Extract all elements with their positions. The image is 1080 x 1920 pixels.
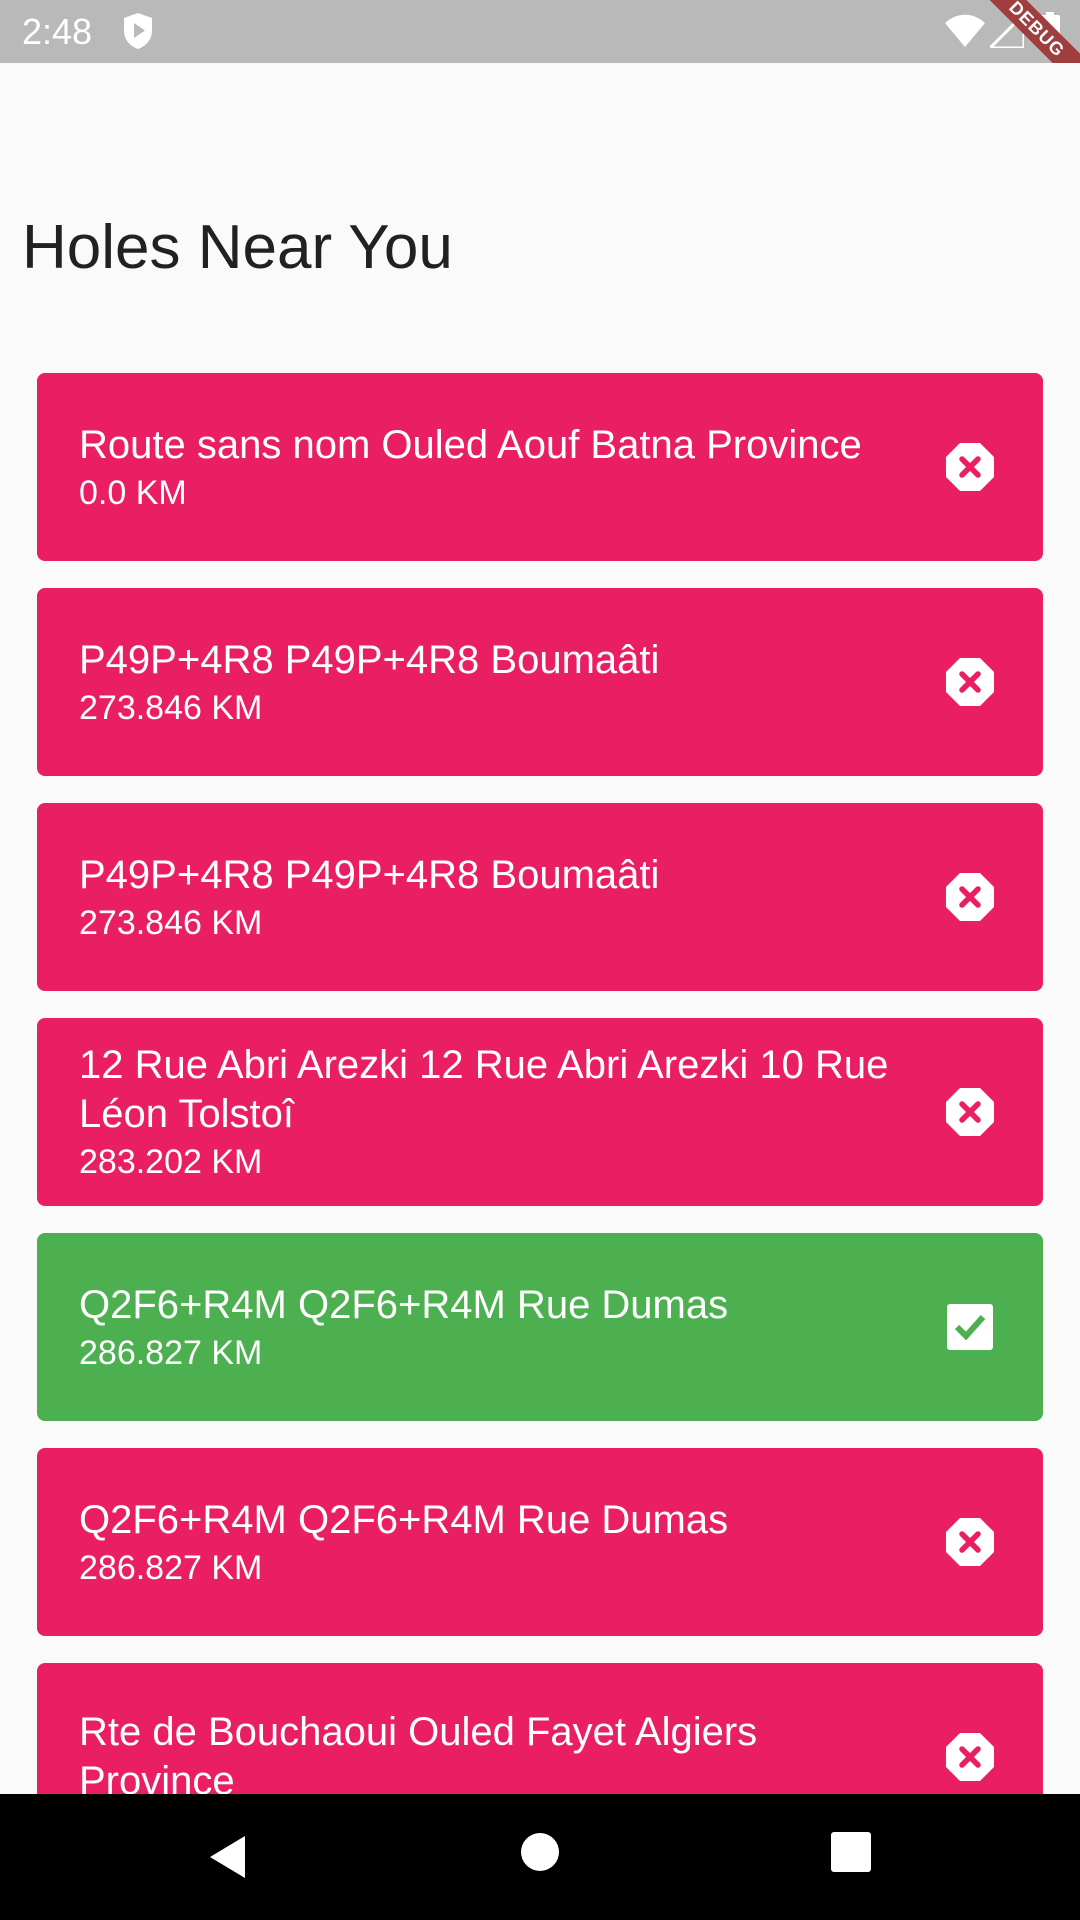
hole-name: 12 Rue Abri Arezki 12 Rue Abri Arezki 10…	[79, 1043, 889, 1136]
hole-card[interactable]: Q2F6+R4M Q2F6+R4M Rue Dumas 286.827 KM	[37, 1233, 1043, 1421]
back-icon[interactable]	[205, 1832, 255, 1882]
hole-card[interactable]: Q2F6+R4M Q2F6+R4M Rue Dumas 286.827 KM	[37, 1448, 1043, 1636]
close-octagon-icon[interactable]	[945, 1517, 995, 1567]
close-octagon-icon[interactable]	[945, 1087, 995, 1137]
page-title: Holes Near You	[22, 213, 453, 282]
hole-distance: 0.0 KM	[79, 473, 187, 512]
shield-icon	[124, 13, 152, 49]
hole-card[interactable]: P49P+4R8 P49P+4R8 Boumaâti 273.846 KM	[37, 803, 1043, 991]
hole-distance: 273.846 KM	[79, 903, 263, 942]
hole-distance: 286.827 KM	[79, 1333, 263, 1372]
close-octagon-icon[interactable]	[945, 442, 995, 492]
home-icon[interactable]	[520, 1832, 560, 1872]
close-octagon-icon[interactable]	[945, 872, 995, 922]
close-octagon-icon[interactable]	[945, 1732, 995, 1782]
hole-name: Rte de Bouchaoui Ouled Fayet Algiers Pro…	[79, 1710, 758, 1803]
hole-distance: 283.202 KM	[79, 1143, 263, 1181]
hole-distance: 273.846 KM	[79, 688, 263, 727]
hole-card[interactable]: Route sans nom Ouled Aouf Batna Province…	[37, 373, 1043, 561]
wifi-icon	[945, 14, 985, 47]
recents-icon[interactable]	[830, 1831, 872, 1873]
hole-distance: 286.827 KM	[79, 1548, 263, 1587]
hole-name: Q2F6+R4M Q2F6+R4M Rue Dumas	[79, 1497, 729, 1542]
close-octagon-icon[interactable]	[945, 657, 995, 707]
check-box-icon[interactable]	[945, 1302, 995, 1352]
status-bar: 2:48 DEBUG	[0, 0, 1080, 63]
hole-name: Q2F6+R4M Q2F6+R4M Rue Dumas	[79, 1282, 729, 1327]
hole-list: Route sans nom Ouled Aouf Batna Province…	[37, 373, 1043, 1878]
hole-card[interactable]: P49P+4R8 P49P+4R8 Boumaâti 273.846 KM	[37, 588, 1043, 776]
navigation-bar	[0, 1794, 1080, 1920]
status-time: 2:48	[22, 11, 93, 52]
hole-name: Route sans nom Ouled Aouf Batna Province	[79, 422, 862, 467]
hole-card[interactable]: 12 Rue Abri Arezki 12 Rue Abri Arezki 10…	[37, 1018, 1043, 1206]
hole-name: P49P+4R8 P49P+4R8 Boumaâti	[79, 637, 660, 682]
hole-name: P49P+4R8 P49P+4R8 Boumaâti	[79, 852, 660, 897]
